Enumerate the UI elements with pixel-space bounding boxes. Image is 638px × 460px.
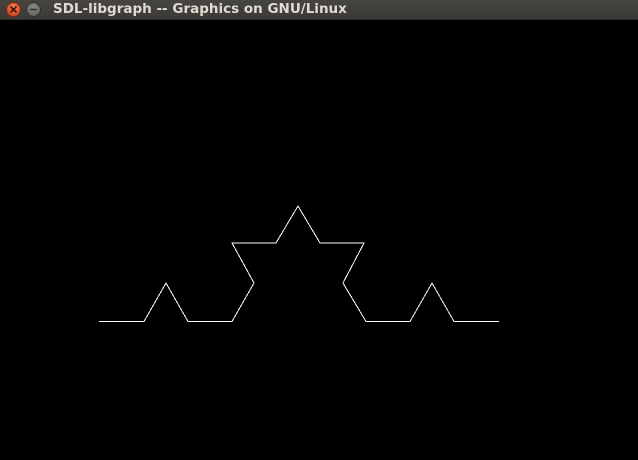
app-window: SDL-libgraph -- Graphics on GNU/Linux [0, 0, 638, 460]
graphics-canvas [0, 20, 638, 460]
koch-curve [99, 205, 499, 322]
minimize-button[interactable] [26, 2, 41, 17]
title-bar[interactable]: SDL-libgraph -- Graphics on GNU/Linux [0, 0, 638, 20]
koch-curve-drawing [99, 205, 499, 322]
close-button[interactable] [6, 2, 21, 17]
close-icon [9, 5, 18, 14]
window-title: SDL-libgraph -- Graphics on GNU/Linux [53, 1, 347, 17]
minimize-icon [29, 5, 38, 14]
